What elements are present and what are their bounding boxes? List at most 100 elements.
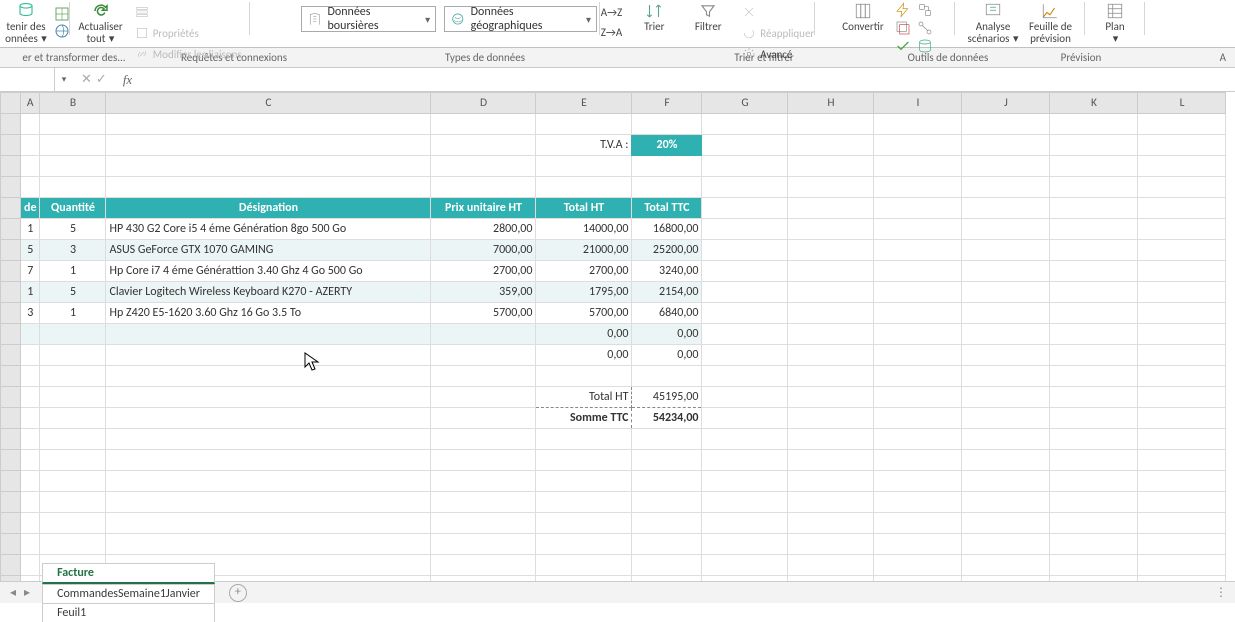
cell[interactable]	[431, 471, 536, 492]
plan-button[interactable]: Plan▾	[1089, 2, 1141, 45]
col-header-G[interactable]: G	[702, 93, 788, 114]
row-header[interactable]	[1, 177, 21, 198]
cell[interactable]	[1138, 513, 1226, 534]
cell[interactable]	[1050, 513, 1138, 534]
col-header-I[interactable]: I	[874, 93, 962, 114]
cell[interactable]	[536, 366, 632, 387]
cell[interactable]	[874, 555, 962, 576]
header-des[interactable]: Désignation	[106, 198, 431, 219]
cell[interactable]	[702, 114, 788, 135]
cell-qty[interactable]: 1	[40, 261, 106, 282]
formula-input[interactable]	[140, 68, 1235, 91]
cell-ttc[interactable]: 0,00	[632, 324, 702, 345]
cell[interactable]	[788, 114, 874, 135]
tva-label-cell[interactable]: T.V.A :	[536, 135, 632, 156]
cell[interactable]	[431, 450, 536, 471]
cell[interactable]	[106, 366, 431, 387]
cell-code[interactable]: 1	[21, 282, 40, 303]
cell-ttc[interactable]: 2154,00	[632, 282, 702, 303]
col-header-K[interactable]: K	[1050, 93, 1138, 114]
row-header[interactable]	[1, 366, 21, 387]
cell-pu[interactable]: 2800,00	[431, 219, 536, 240]
cell-pu[interactable]: 5700,00	[431, 303, 536, 324]
cell[interactable]	[431, 492, 536, 513]
cell[interactable]	[632, 450, 702, 471]
cell[interactable]	[788, 429, 874, 450]
cell-des[interactable]: Clavier Logitech Wireless Keyboard K270 …	[106, 282, 431, 303]
cell[interactable]	[1138, 534, 1226, 555]
cell[interactable]	[874, 471, 962, 492]
cell[interactable]	[40, 177, 106, 198]
cell[interactable]	[431, 429, 536, 450]
cell[interactable]	[874, 429, 962, 450]
cell[interactable]	[536, 513, 632, 534]
cell[interactable]	[21, 513, 40, 534]
cell[interactable]	[632, 366, 702, 387]
cell[interactable]	[40, 534, 106, 555]
cell[interactable]	[1050, 177, 1138, 198]
relationships-icon[interactable]	[917, 20, 933, 36]
header-tht[interactable]: Total HT	[536, 198, 632, 219]
convert-button[interactable]: Convertir	[837, 2, 889, 33]
cell[interactable]	[632, 177, 702, 198]
cell-code[interactable]: 7	[21, 261, 40, 282]
cell[interactable]	[536, 429, 632, 450]
row-header[interactable]	[1, 219, 21, 240]
col-header-C[interactable]: C	[106, 93, 431, 114]
tab-nav-first-icon[interactable]: ◂	[10, 585, 16, 600]
row-header[interactable]	[1, 303, 21, 324]
cell[interactable]	[21, 429, 40, 450]
row-header[interactable]	[1, 555, 21, 576]
col-header-H[interactable]: H	[788, 93, 874, 114]
row-header[interactable]	[1, 135, 21, 156]
cell[interactable]	[702, 513, 788, 534]
filter-button[interactable]: Filtrer	[682, 2, 734, 33]
validation-icon[interactable]	[895, 38, 911, 54]
cell-pu[interactable]: 359,00	[431, 282, 536, 303]
row-header[interactable]	[1, 450, 21, 471]
cell-tht[interactable]: 2700,00	[536, 261, 632, 282]
datamodel-icon[interactable]	[917, 38, 933, 54]
header-code[interactable]: de	[21, 198, 40, 219]
cell-des[interactable]: ASUS GeForce GTX 1070 GAMING	[106, 240, 431, 261]
cell-tht[interactable]: 21000,00	[536, 240, 632, 261]
row-header[interactable]	[1, 114, 21, 135]
globe-icon[interactable]	[54, 23, 70, 39]
cell[interactable]	[1050, 429, 1138, 450]
row-header[interactable]	[1, 513, 21, 534]
cell[interactable]	[702, 534, 788, 555]
cell-pu[interactable]: 2700,00	[431, 261, 536, 282]
cell[interactable]	[632, 555, 702, 576]
cell[interactable]	[21, 534, 40, 555]
row-header[interactable]	[1, 492, 21, 513]
col-header-B[interactable]: B	[40, 93, 106, 114]
advanced-filter-button[interactable]: Avancé	[738, 44, 818, 64]
cell[interactable]	[21, 156, 40, 177]
cell[interactable]	[702, 450, 788, 471]
cell[interactable]	[536, 534, 632, 555]
cell[interactable]	[702, 555, 788, 576]
cell[interactable]	[702, 156, 788, 177]
cell[interactable]	[874, 177, 962, 198]
cell[interactable]	[874, 156, 962, 177]
refresh-all-button[interactable]: Actualisertout ▾	[74, 2, 126, 45]
worksheet[interactable]: ABCDEFGHIJKL T.V.A : 20% de Quantité Dés…	[0, 92, 1235, 582]
cell[interactable]	[431, 555, 536, 576]
cell[interactable]	[40, 450, 106, 471]
total-ttc-label[interactable]: Somme TTC	[536, 408, 632, 429]
sheet-tab[interactable]: CommandesSemaine1Janvier	[42, 584, 215, 603]
row-header[interactable]	[1, 429, 21, 450]
cell[interactable]	[1138, 492, 1226, 513]
cell[interactable]	[431, 156, 536, 177]
cell[interactable]	[632, 471, 702, 492]
row-header[interactable]	[1, 240, 21, 261]
cell[interactable]	[788, 534, 874, 555]
flash-fill-icon[interactable]	[895, 2, 911, 18]
tva-value-cell[interactable]: 20%	[632, 135, 702, 156]
cell[interactable]	[632, 513, 702, 534]
row-header[interactable]	[1, 324, 21, 345]
sheet-icon[interactable]	[54, 6, 70, 22]
sheet-tab[interactable]: Facture	[42, 563, 215, 584]
cell[interactable]	[788, 492, 874, 513]
cell[interactable]	[702, 471, 788, 492]
